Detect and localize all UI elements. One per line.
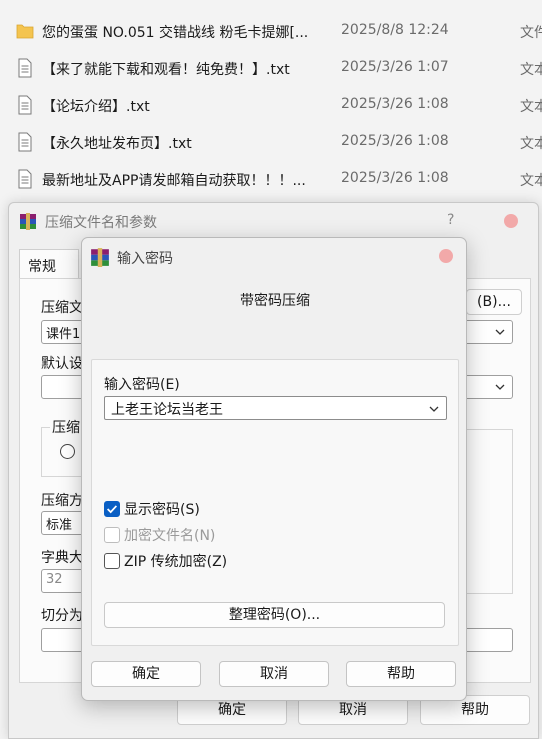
format-label: 压缩 [50, 417, 82, 437]
method-label: 压缩方 [41, 493, 83, 509]
dictionary-label: 字典大 [41, 550, 83, 566]
file-type: 文本 [520, 99, 542, 115]
default-profile-label: 默认设 [41, 356, 83, 372]
file-name: 您的蛋蛋 NO.051 交错战线 粉毛卡提娜[... [42, 25, 309, 41]
format-radio[interactable] [60, 444, 75, 459]
chevron-down-icon [495, 384, 505, 390]
chevron-down-icon [495, 329, 505, 335]
winrar-icon [20, 213, 36, 230]
password-dialog: 输入密码 带密码压缩 输入密码(E) 上老王论坛当老王 显示密码(S) 加密文件… [81, 237, 467, 701]
folder-icon [16, 24, 34, 39]
split-label: 切分为 [41, 608, 83, 624]
file-name: 【永久地址发布页】.txt [42, 136, 192, 152]
winrar-icon [91, 248, 109, 267]
password-field[interactable]: 上老王论坛当老王 [104, 396, 447, 420]
file-date: 2025/3/26 1:08 [341, 96, 449, 112]
file-type: 文本 [520, 136, 542, 152]
help-button[interactable]: 帮助 [346, 661, 456, 687]
dialog-caption: 带密码压缩 [240, 293, 310, 309]
close-icon[interactable] [439, 249, 453, 263]
encrypt-filenames-label: 加密文件名(N) [124, 528, 216, 544]
text-file-icon [18, 169, 32, 189]
file-date: 2025/3/26 1:08 [341, 170, 449, 186]
zip-legacy-label: ZIP 传统加密(Z) [124, 554, 228, 570]
close-icon[interactable] [504, 214, 518, 228]
list-item[interactable]: 最新地址及APP请发邮箱自动获取！！！... 2025/3/26 1:08 文本 [0, 160, 542, 197]
zip-legacy-checkbox[interactable] [104, 553, 120, 569]
text-file-icon [18, 132, 32, 152]
cancel-button[interactable]: 取消 [219, 661, 329, 687]
show-password-checkbox[interactable] [104, 501, 120, 517]
file-type: 文本 [520, 62, 542, 78]
file-name: 最新地址及APP请发邮箱自动获取！！！... [42, 173, 306, 189]
file-date: 2025/3/26 1:07 [341, 59, 449, 75]
text-file-icon [18, 58, 32, 78]
password-value: 上老王论坛当老王 [111, 402, 223, 418]
dictionary-value: 32 [46, 572, 63, 587]
file-date: 2025/3/26 1:08 [341, 133, 449, 149]
dialog-title: 压缩文件名和参数 [45, 215, 157, 231]
file-type: 文本 [520, 173, 542, 189]
file-date: 2025/8/8 12:24 [341, 22, 449, 38]
list-item[interactable]: 【论坛介绍】.txt 2025/3/26 1:08 文本 [0, 86, 542, 123]
checkmark-icon [107, 505, 118, 514]
help-mark[interactable]: ? [447, 212, 454, 228]
text-file-icon [18, 95, 32, 115]
encrypt-filenames-checkbox[interactable] [104, 527, 120, 543]
dialog-title: 输入密码 [117, 251, 173, 267]
browse-button[interactable]: (B)... [466, 289, 522, 315]
list-item[interactable]: 【来了就能下载和观看！纯免费！】.txt 2025/3/26 1:07 文本 [0, 49, 542, 86]
file-name: 【论坛介绍】.txt [42, 99, 150, 115]
password-group: 输入密码(E) 上老王论坛当老王 显示密码(S) 加密文件名(N) ZIP 传统… [91, 359, 459, 646]
list-item[interactable]: 您的蛋蛋 NO.051 交错战线 粉毛卡提娜[... 2025/8/8 12:2… [0, 12, 542, 49]
password-label: 输入密码(E) [104, 377, 180, 393]
show-password-label: 显示密码(S) [124, 502, 200, 518]
tab-general[interactable]: 常规 [19, 249, 79, 279]
method-value: 标准 [46, 518, 73, 533]
list-item[interactable]: 【永久地址发布页】.txt 2025/3/26 1:08 文本 [0, 123, 542, 160]
archive-name-value: 课件1 [46, 327, 81, 342]
file-type: 文件 [520, 25, 542, 41]
ok-button[interactable]: 确定 [91, 661, 201, 687]
chevron-down-icon[interactable] [428, 403, 440, 415]
archive-name-label: 压缩文 [41, 300, 83, 316]
organize-passwords-button[interactable]: 整理密码(O)... [104, 602, 445, 628]
file-name: 【来了就能下载和观看！纯免费！】.txt [42, 62, 290, 78]
